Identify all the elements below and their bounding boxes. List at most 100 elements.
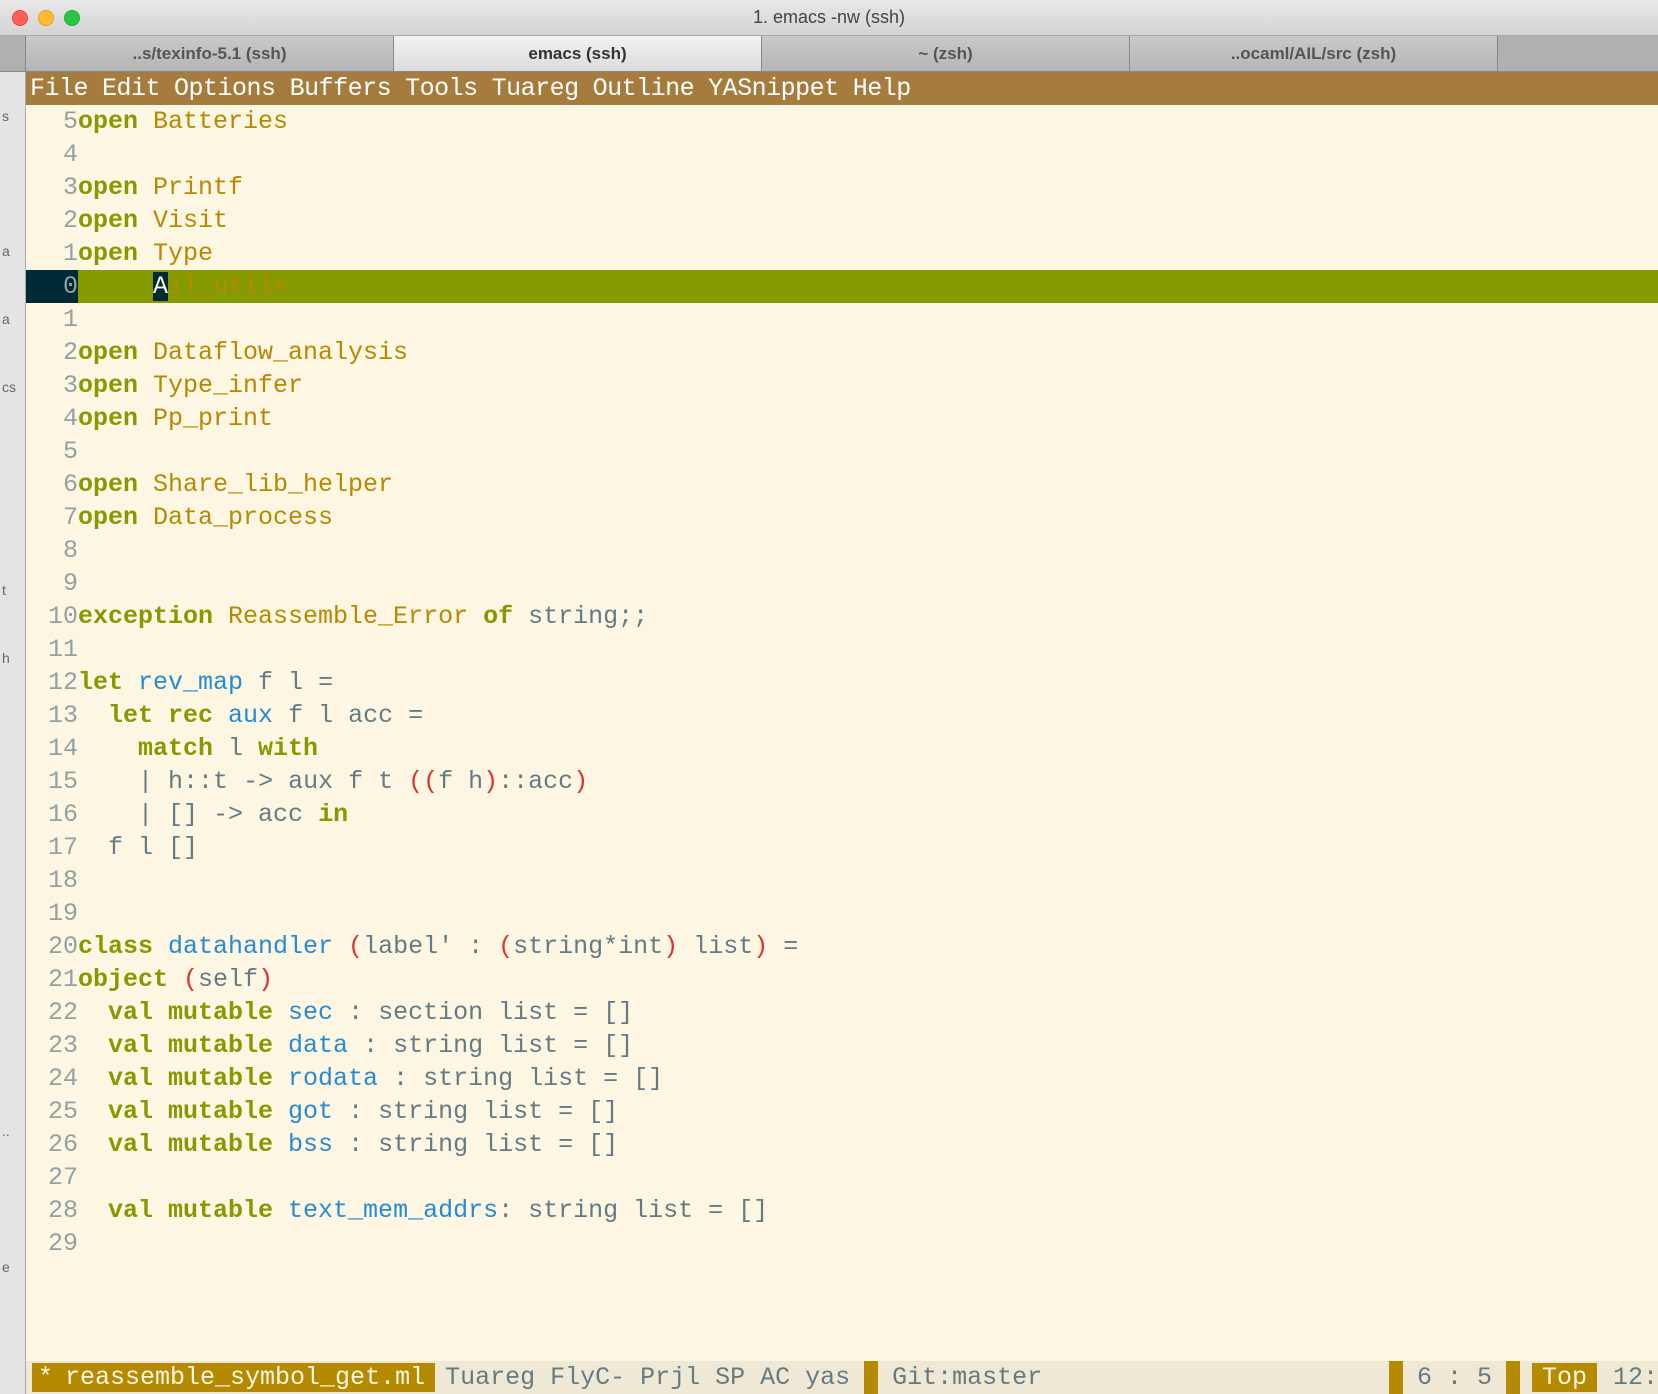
line-content: open Visit (78, 204, 1658, 237)
code-line[interactable]: 21object (self) (26, 963, 1658, 996)
code-line[interactable]: 3open Type_infer (26, 369, 1658, 402)
clock: 12: (1597, 1363, 1658, 1392)
code-line[interactable]: 26 val mutable bss : string list = [] (26, 1128, 1658, 1161)
line-content: val mutable bss : string list = [] (78, 1128, 1658, 1161)
line-content: val mutable text_mem_addrs: string list … (78, 1194, 1658, 1227)
code-line[interactable]: 4 (26, 138, 1658, 171)
modeline-separator (864, 1361, 878, 1394)
line-number: 18 (26, 864, 78, 897)
code-line[interactable]: 9 (26, 567, 1658, 600)
code-line[interactable]: 5open Batteries (26, 105, 1658, 138)
line-number: 26 (26, 1128, 78, 1161)
line-content (78, 1161, 1658, 1194)
terminal-tab-0[interactable]: ..s/texinfo-5.1 (ssh) (26, 36, 394, 71)
line-number: 9 (26, 567, 78, 600)
modeline-separator (1389, 1361, 1403, 1394)
code-line[interactable]: 0open Ail_utils (26, 270, 1658, 303)
bg-fragment (0, 1056, 25, 1124)
window-titlebar: 1. emacs -nw (ssh) (0, 0, 1658, 36)
line-number: 3 (26, 171, 78, 204)
menu-item-outline[interactable]: Outline (593, 74, 695, 103)
line-content: open Ail_utils (78, 270, 1658, 303)
code-line[interactable]: 3open Printf (26, 171, 1658, 204)
menu-item-buffers[interactable]: Buffers (290, 74, 392, 103)
code-line[interactable]: 17 f l [] (26, 831, 1658, 864)
line-content (78, 633, 1658, 666)
bg-fragment (0, 785, 25, 853)
minor-modes: Tuareg FlyC- Prjl SP AC yas (435, 1363, 860, 1392)
code-line[interactable]: 24 val mutable rodata : string list = [] (26, 1062, 1658, 1095)
line-number: 5 (26, 435, 78, 468)
code-line[interactable]: 2open Dataflow_analysis (26, 336, 1658, 369)
code-line[interactable]: 5 (26, 435, 1658, 468)
menu-item-edit[interactable]: Edit (102, 74, 160, 103)
bg-fragment (0, 446, 25, 514)
bg-fragment: t (0, 582, 25, 650)
code-line[interactable]: 16 | [] -> acc in (26, 798, 1658, 831)
terminal-tab-3[interactable]: ..ocaml/AIL/src (zsh) (1130, 36, 1498, 71)
code-buffer[interactable]: 5open Batteries43open Printf2open Visit1… (26, 105, 1658, 1361)
close-button[interactable] (12, 10, 28, 26)
menu-item-yasnippet[interactable]: YASnippet (708, 74, 839, 103)
terminal-tab-2[interactable]: ~ (zsh) (762, 36, 1130, 71)
code-line[interactable]: 1open Type (26, 237, 1658, 270)
menu-item-tools[interactable]: Tools (405, 74, 478, 103)
code-line[interactable]: 20class datahandler (label' : (string*in… (26, 930, 1658, 963)
line-content (78, 897, 1658, 930)
code-line[interactable]: 1 (26, 303, 1658, 336)
menu-item-help[interactable]: Help (853, 74, 911, 103)
line-number: 25 (26, 1095, 78, 1128)
code-line[interactable]: 27 (26, 1161, 1658, 1194)
line-content: open Share_lib_helper (78, 468, 1658, 501)
line-number: 5 (26, 105, 78, 138)
bg-fragment: a (0, 311, 25, 379)
bg-fragment (0, 920, 25, 988)
menu-item-file[interactable]: File (30, 74, 88, 103)
code-line[interactable]: 7open Data_process (26, 501, 1658, 534)
code-line[interactable]: 6open Share_lib_helper (26, 468, 1658, 501)
line-number: 4 (26, 138, 78, 171)
terminal-tab-1[interactable]: emacs (ssh) (394, 36, 762, 71)
line-number: 10 (26, 600, 78, 633)
line-number: 3 (26, 369, 78, 402)
code-line[interactable]: 18 (26, 864, 1658, 897)
line-number: 19 (26, 897, 78, 930)
line-content: open Pp_print (78, 402, 1658, 435)
code-line[interactable]: 22 val mutable sec : section list = [] (26, 996, 1658, 1029)
emacs-modeline: * reassemble_symbol_get.ml Tuareg FlyC- … (26, 1361, 1658, 1394)
code-line[interactable]: 28 val mutable text_mem_addrs: string li… (26, 1194, 1658, 1227)
code-line[interactable]: 14 match l with (26, 732, 1658, 765)
code-line[interactable]: 2open Visit (26, 204, 1658, 237)
bg-fragment (0, 514, 25, 582)
code-line[interactable]: 8 (26, 534, 1658, 567)
cursor-position: 6 : 5 (1407, 1363, 1502, 1392)
line-number: 1 (26, 303, 78, 336)
line-number: 23 (26, 1029, 78, 1062)
code-line[interactable]: 29 (26, 1227, 1658, 1260)
line-number: 2 (26, 204, 78, 237)
line-number: 12 (26, 666, 78, 699)
line-number: 2 (26, 336, 78, 369)
code-line[interactable]: 10exception Reassemble_Error of string;; (26, 600, 1658, 633)
code-line[interactable]: 25 val mutable got : string list = [] (26, 1095, 1658, 1128)
menu-item-tuareg[interactable]: Tuareg (492, 74, 579, 103)
line-content: let rev_map f l = (78, 666, 1658, 699)
modeline-separator (1506, 1361, 1520, 1394)
line-content: open Type (78, 237, 1658, 270)
code-line[interactable]: 4open Pp_print (26, 402, 1658, 435)
code-line[interactable]: 15 | h::t -> aux f t ((f h)::acc) (26, 765, 1658, 798)
code-line[interactable]: 13 let rec aux f l acc = (26, 699, 1658, 732)
menu-item-options[interactable]: Options (174, 74, 276, 103)
line-content: val mutable got : string list = [] (78, 1095, 1658, 1128)
code-line[interactable]: 12let rev_map f l = (26, 666, 1658, 699)
minimize-button[interactable] (38, 10, 54, 26)
line-content: open Type_infer (78, 369, 1658, 402)
line-content: let rec aux f l acc = (78, 699, 1658, 732)
zoom-button[interactable] (64, 10, 80, 26)
line-content (78, 303, 1658, 336)
code-line[interactable]: 23 val mutable data : string list = [] (26, 1029, 1658, 1062)
code-line[interactable]: 11 (26, 633, 1658, 666)
code-line[interactable]: 19 (26, 897, 1658, 930)
bg-fragment: .. (0, 1123, 25, 1191)
line-content: open Printf (78, 171, 1658, 204)
